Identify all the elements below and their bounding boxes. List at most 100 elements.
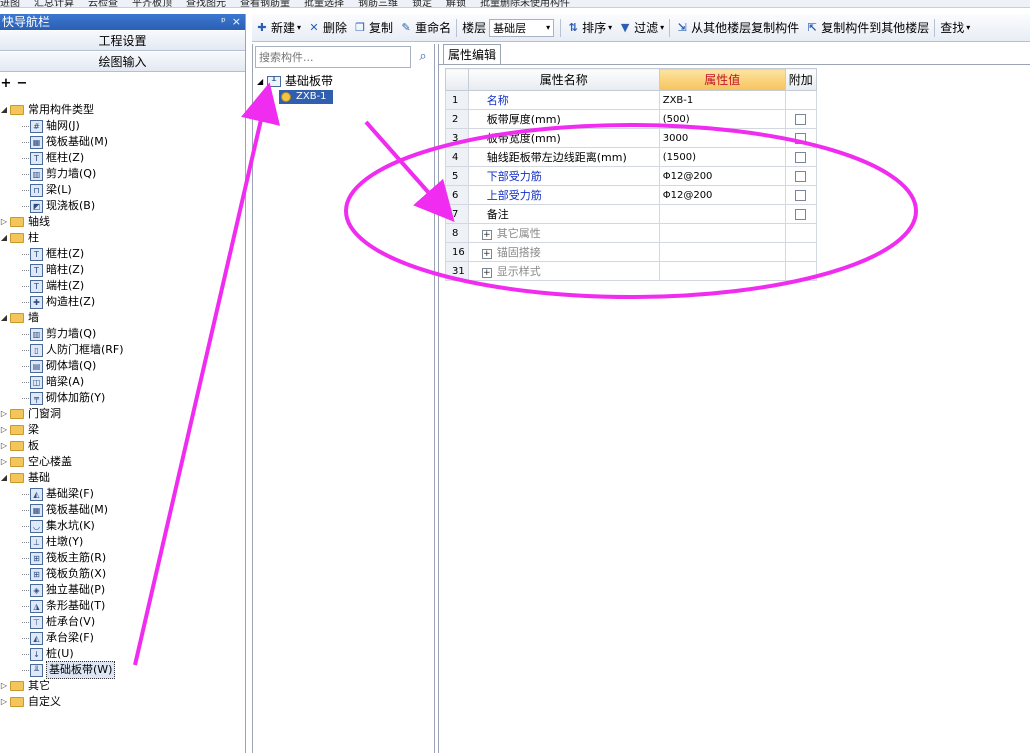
tree-item[interactable]: ✚ 构造柱(Z)	[0, 294, 244, 310]
property-value-cell[interactable]	[658, 242, 786, 262]
tree-item[interactable]: ▦ 筏板基础(M)	[0, 134, 244, 150]
property-row[interactable]: 31 + 显示样式	[445, 261, 817, 281]
tree-item[interactable]: T 暗柱(Z)	[0, 262, 244, 278]
tree-folder[interactable]: ▷ 梁	[0, 422, 244, 438]
collapse-all-icon[interactable]: −	[16, 76, 28, 91]
search-input[interactable]	[255, 46, 411, 68]
drawing-input-button[interactable]: 绘图输入	[0, 51, 245, 72]
property-value-cell[interactable]	[658, 261, 786, 281]
property-value-cell[interactable]: Φ12@200	[658, 185, 786, 205]
tree-folder[interactable]: ◢ 柱	[0, 230, 244, 246]
top-toolbar-item[interactable]: 汇总计算	[34, 0, 74, 7]
collapse-triangle-icon[interactable]: ◢	[0, 102, 8, 118]
tree-item[interactable]: ⊥ 柱墩(Y)	[0, 534, 244, 550]
expand-triangle-icon[interactable]: ▷	[0, 694, 8, 710]
property-value-cell[interactable]: 3000	[658, 128, 786, 148]
find-button[interactable]: 查找 ▾	[937, 17, 973, 39]
expand-plus-icon[interactable]: +	[481, 249, 492, 259]
top-toolbar-item[interactable]: 解锁	[446, 0, 466, 7]
property-row[interactable]: 7 备注	[445, 204, 817, 224]
expand-plus-icon[interactable]: +	[481, 230, 492, 240]
tree-item[interactable]: ╤ 砌体加筋(Y)	[0, 390, 244, 406]
copy-to-floor-button[interactable]: ⇱ 复制构件到其他楼层	[802, 17, 932, 39]
property-value-cell[interactable]	[658, 204, 786, 224]
extra-checkbox[interactable]	[795, 133, 807, 144]
tree-folder[interactable]: ◢ 常用构件类型	[0, 102, 244, 118]
top-toolbar-item[interactable]: 进图	[0, 0, 20, 7]
selected-component[interactable]: ZXB-1	[279, 89, 333, 104]
sort-button[interactable]: ⇅ 排序 ▾	[563, 17, 615, 39]
tree-item[interactable]: ◭ 承台梁(F)	[0, 630, 244, 646]
property-row[interactable]: 6 上部受力筋 Φ12@200	[445, 185, 817, 205]
expand-triangle-icon[interactable]: ▷	[0, 406, 8, 422]
tree-folder[interactable]: ◢ 基础	[0, 470, 244, 486]
property-value-cell[interactable]: Φ12@200	[658, 166, 786, 186]
component-item-row[interactable]: ZXB-1	[257, 89, 333, 104]
tree-item[interactable]: ╨ 基础板带(W)	[0, 661, 244, 679]
expand-triangle-icon[interactable]: ▷	[0, 438, 8, 454]
property-value-cell[interactable]	[658, 223, 786, 243]
rename-button[interactable]: ✎ 重命名	[396, 17, 454, 39]
property-value-cell[interactable]: (500)	[658, 109, 786, 129]
extra-checkbox[interactable]	[795, 171, 807, 182]
property-row[interactable]: 1 名称 ZXB-1	[445, 90, 817, 110]
tree-item[interactable]: ▦ 筏板基础(M)	[0, 502, 244, 518]
tree-folder[interactable]: ▷ 门窗洞	[0, 406, 244, 422]
collapse-triangle-icon[interactable]: ◢	[257, 74, 267, 89]
tree-folder[interactable]: ▷ 空心楼盖	[0, 454, 244, 470]
new-button[interactable]: ✚ 新建 ▾	[252, 17, 304, 39]
tree-item[interactable]: ◫ 暗梁(A)	[0, 374, 244, 390]
property-row[interactable]: 5 下部受力筋 Φ12@200	[445, 166, 817, 186]
copy-button[interactable]: ❐ 复制	[350, 17, 396, 39]
property-value-cell[interactable]: ZXB-1	[658, 90, 786, 110]
collapse-triangle-icon[interactable]: ◢	[0, 310, 8, 326]
filter-button[interactable]: ▼ 过滤 ▾	[615, 17, 667, 39]
tree-folder[interactable]: ▷ 轴线	[0, 214, 244, 230]
top-toolbar-item[interactable]: 查看钢筋量	[240, 0, 290, 7]
floor-select[interactable]: 基础层 ▾	[489, 18, 555, 37]
close-icon[interactable]: ×	[232, 14, 241, 30]
tree-folder[interactable]: ▷ 自定义	[0, 694, 244, 710]
tree-item[interactable]: ↓ 桩(U)	[0, 646, 244, 662]
tree-item[interactable]: ◭ 基础梁(F)	[0, 486, 244, 502]
tree-item[interactable]: ◡ 集水坑(K)	[0, 518, 244, 534]
extra-checkbox[interactable]	[795, 209, 807, 220]
property-row[interactable]: 8 + 其它属性	[445, 223, 817, 243]
extra-checkbox[interactable]	[795, 152, 807, 163]
tree-item[interactable]: ◈ 独立基础(P)	[0, 582, 244, 598]
tree-item[interactable]: T 框柱(Z)	[0, 246, 244, 262]
top-toolbar-item[interactable]: 云检查	[88, 0, 118, 7]
delete-button[interactable]: ✕ 删除	[304, 17, 350, 39]
extra-checkbox[interactable]	[795, 114, 807, 125]
tree-item[interactable]: # 轴网(J)	[0, 118, 244, 134]
tree-item[interactable]: ⊞ 筏板负筋(X)	[0, 566, 244, 582]
property-row[interactable]: 2 板带厚度(mm) (500)	[445, 109, 817, 129]
tree-item[interactable]: ⊤ 桩承台(V)	[0, 614, 244, 630]
tree-item[interactable]: ◩ 现浇板(B)	[0, 198, 244, 214]
tab-property-edit[interactable]: 属性编辑	[443, 44, 502, 64]
tree-item[interactable]: ⊓ 梁(L)	[0, 182, 244, 198]
tree-item[interactable]: ▥ 剪力墙(Q)	[0, 326, 244, 342]
expand-triangle-icon[interactable]: ▷	[0, 454, 8, 470]
tree-item[interactable]: ▥ 剪力墙(Q)	[0, 166, 244, 182]
tree-folder[interactable]: ▷ 其它	[0, 678, 244, 694]
tree-item[interactable]: ◮ 条形基础(T)	[0, 598, 244, 614]
top-toolbar-item[interactable]: 平齐板顶	[132, 0, 172, 7]
expand-triangle-icon[interactable]: ▷	[0, 214, 8, 230]
property-row[interactable]: 16 + 锚固搭接	[445, 242, 817, 262]
top-toolbar-item[interactable]: 批量选择	[304, 0, 344, 7]
property-value-cell[interactable]: (1500)	[658, 147, 786, 167]
collapse-triangle-icon[interactable]: ◢	[0, 470, 8, 486]
tree-folder[interactable]: ▷ 板	[0, 438, 244, 454]
expand-all-icon[interactable]: +	[0, 76, 12, 91]
tree-item[interactable]: ⊞ 筏板主筋(R)	[0, 550, 244, 566]
tree-item[interactable]: ▯ 人防门框墙(RF)	[0, 342, 244, 358]
project-settings-button[interactable]: 工程设置	[0, 30, 245, 51]
property-row[interactable]: 4 轴线距板带左边线距离(mm) (1500)	[445, 147, 817, 167]
collapse-triangle-icon[interactable]: ◢	[0, 230, 8, 246]
search-icon[interactable]: ⌕	[415, 49, 431, 65]
property-row[interactable]: 3 板带宽度(mm) 3000	[445, 128, 817, 148]
extra-checkbox[interactable]	[795, 190, 807, 201]
top-toolbar-item[interactable]: 批量删除未使用构件	[480, 0, 570, 7]
component-group-row[interactable]: ◢ ╨ 基础板带	[257, 74, 333, 89]
